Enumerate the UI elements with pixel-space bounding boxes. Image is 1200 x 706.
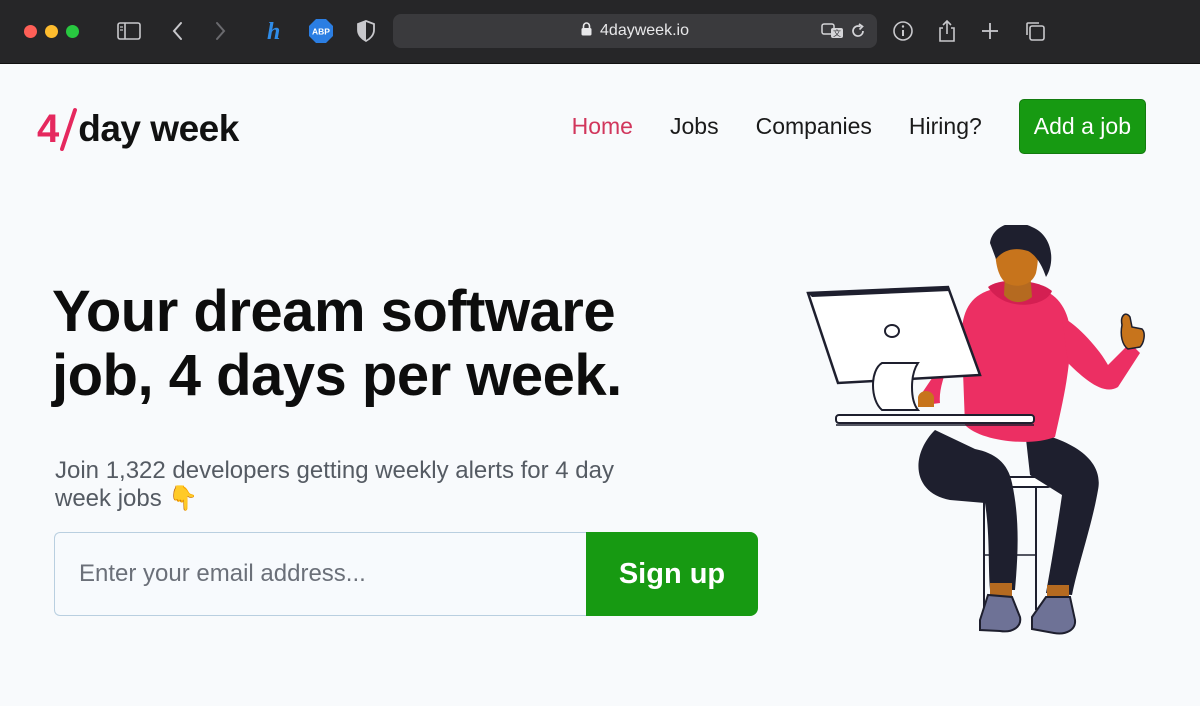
zoom-window-button[interactable] bbox=[66, 25, 79, 38]
hero-subtitle: Join 1,322 developers getting weekly ale… bbox=[55, 457, 655, 513]
new-tab-icon[interactable] bbox=[975, 16, 1005, 46]
back-icon[interactable] bbox=[163, 16, 193, 46]
pointing-down-emoji: 👇 bbox=[168, 485, 199, 512]
main-nav: Home Jobs Companies Hiring? Add a job bbox=[572, 99, 1146, 154]
email-input[interactable] bbox=[54, 532, 586, 616]
nav-jobs[interactable]: Jobs bbox=[670, 113, 719, 140]
hand bbox=[918, 391, 934, 407]
translate-icon[interactable]: 文 bbox=[821, 21, 845, 46]
lock-icon bbox=[581, 21, 592, 41]
address-bar[interactable]: 4dayweek.io 文 bbox=[393, 14, 877, 48]
svg-text:h: h bbox=[267, 19, 280, 44]
logo-wordmark: day week bbox=[78, 108, 239, 149]
thumbs-up-hand bbox=[1120, 313, 1145, 350]
hero-title-line2: job, 4 days per week. bbox=[52, 343, 622, 408]
nav-home[interactable]: Home bbox=[572, 113, 633, 140]
nav-hiring[interactable]: Hiring? bbox=[909, 113, 982, 140]
sidebar-icon[interactable] bbox=[114, 16, 144, 46]
privacy-shield-icon[interactable] bbox=[351, 16, 381, 46]
url-text: 4dayweek.io bbox=[600, 22, 689, 39]
logo-slash-icon bbox=[60, 108, 78, 151]
svg-text:ABP: ABP bbox=[312, 27, 330, 37]
close-window-button[interactable] bbox=[24, 25, 37, 38]
subtitle-text: Join 1,322 developers getting weekly ale… bbox=[55, 457, 614, 512]
hero-title-line1: Your dream software bbox=[52, 279, 616, 344]
minimize-window-button[interactable] bbox=[45, 25, 58, 38]
svg-text:文: 文 bbox=[833, 28, 841, 38]
add-job-button[interactable]: Add a job bbox=[1018, 99, 1146, 154]
nav-companies[interactable]: Companies bbox=[756, 113, 872, 140]
computer-monitor bbox=[806, 285, 982, 411]
info-icon[interactable] bbox=[888, 16, 918, 46]
forward-icon[interactable] bbox=[205, 16, 235, 46]
signup-form: Sign up bbox=[54, 532, 758, 616]
desk bbox=[835, 414, 1035, 426]
hero-title: Your dream software job, 4 days per week… bbox=[52, 280, 692, 408]
site-logo[interactable]: 4 day week bbox=[37, 104, 239, 154]
reload-icon[interactable] bbox=[849, 22, 867, 45]
tab-overview-icon[interactable] bbox=[1020, 16, 1050, 46]
honey-extension-icon[interactable]: h bbox=[261, 16, 291, 46]
person-at-computer-illustration bbox=[806, 225, 1145, 635]
logo-number: 4 bbox=[37, 106, 59, 151]
share-icon[interactable] bbox=[932, 16, 962, 46]
legs bbox=[918, 430, 1099, 635]
browser-toolbar: h ABP 4dayweek.io 文 bbox=[0, 0, 1200, 64]
adblock-icon[interactable]: ABP bbox=[306, 16, 336, 46]
signup-button[interactable]: Sign up bbox=[586, 532, 758, 616]
